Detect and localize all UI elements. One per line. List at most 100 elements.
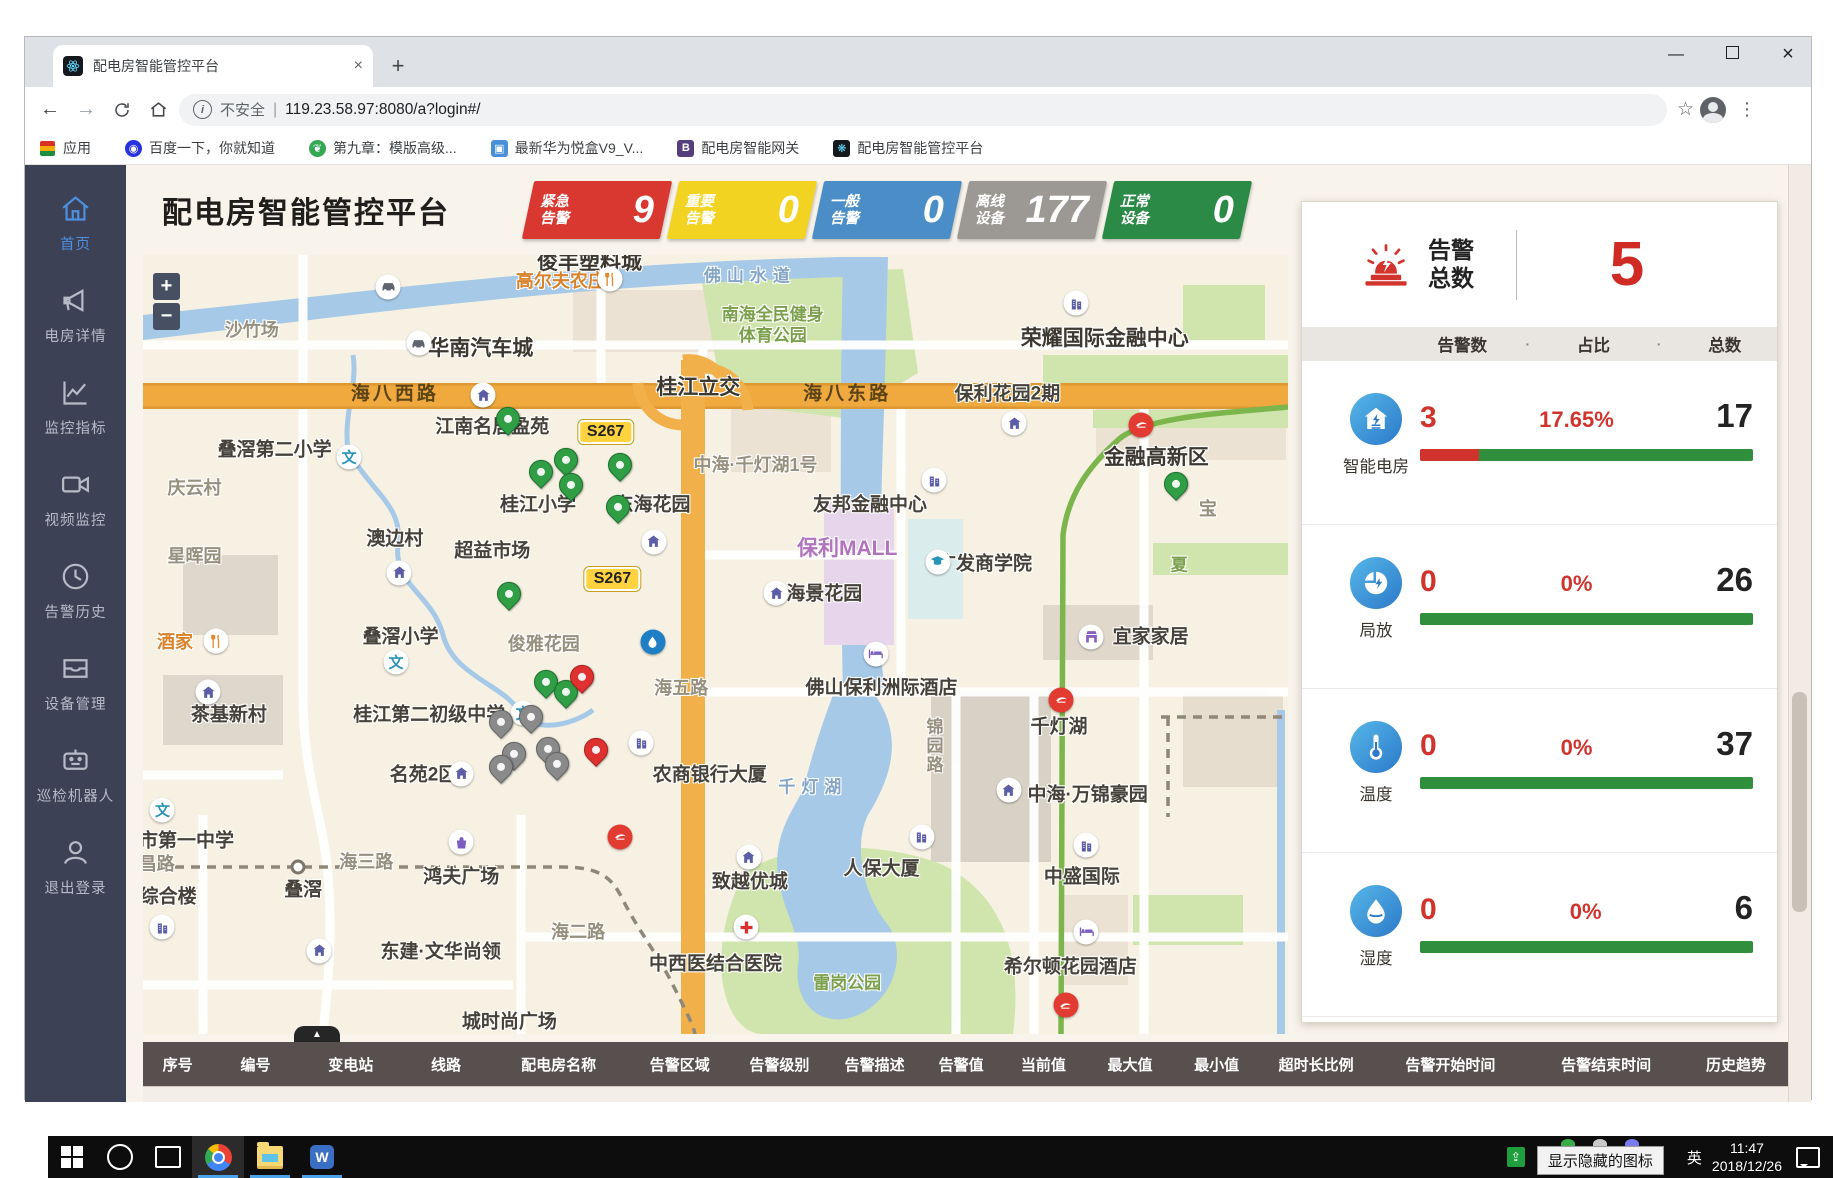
table-column-header[interactable]: 告警级别 [732,1054,827,1075]
poi-shop-icon[interactable] [1079,624,1104,649]
page-scrollbar[interactable] [1788,165,1811,1102]
table-column-header[interactable]: 告警区域 [628,1054,732,1075]
sidebar-item-cam[interactable]: 视频监控 [25,453,126,545]
sidebar-item-robot[interactable]: 巡检机器人 [25,729,126,821]
table-column-header[interactable]: 配电房名称 [489,1054,628,1075]
sidebar-item-mega[interactable]: 电房详情 [25,269,126,361]
map-canvas[interactable]: + − 俊丰塑料城高尔夫农庄沙竹场华南汽车城佛山水道南海全民健身体育公园荣耀国际… [143,255,1288,1034]
table-column-header[interactable]: 告警结束时间 [1528,1054,1684,1075]
url-text[interactable]: 119.23.58.97:8080/a?login#/ [285,101,480,119]
ime-indicator[interactable]: 英 [1687,1147,1702,1168]
bookmark-item[interactable]: ▣最新华为悦盒V9_V... [491,138,644,158]
new-tab-button[interactable]: + [383,51,413,81]
maximize-button[interactable] [1717,46,1747,64]
forward-button[interactable]: → [71,95,101,125]
scrollbar-thumb[interactable] [1792,692,1807,912]
poi-house-icon[interactable] [449,761,474,786]
poi-cross-icon[interactable] [734,915,759,940]
poi-bldg-icon[interactable] [150,915,175,940]
table-collapse-toggle[interactable]: ▲ [294,1026,340,1042]
poi-bldg-icon[interactable] [1064,291,1089,316]
map-pin-normal[interactable] [497,582,521,606]
zoom-out-button[interactable]: − [153,303,180,330]
alarm-badge[interactable]: 紧急告警9 [522,181,672,239]
sidebar-item-clock[interactable]: 告警历史 [25,545,126,637]
map-pin-normal[interactable] [529,460,553,484]
table-column-header[interactable]: 历史趋势 [1684,1054,1788,1075]
alarm-badge[interactable]: 正常设备0 [1102,181,1252,239]
taskbar-wps-icon[interactable]: W [296,1136,348,1178]
poi-metro-icon[interactable] [1129,412,1154,437]
map-pin-alarm[interactable] [584,738,608,762]
bookmark-item[interactable]: B配电房智能网关 [677,138,799,158]
bookmark-item[interactable]: ❦第九章：模版高级... [309,138,457,158]
poi-house-icon[interactable] [736,845,761,870]
table-column-header[interactable]: 告警描述 [827,1054,922,1075]
alarm-badge[interactable]: 离线设备177 [957,181,1107,239]
bookmark-item[interactable]: ◉百度一下，你就知道 [125,138,275,158]
taskbar-chrome-icon[interactable] [192,1136,244,1178]
start-button[interactable] [48,1136,96,1178]
poi-house-icon[interactable] [387,560,412,585]
poi-house-icon[interactable] [764,581,789,606]
table-column-header[interactable]: 超时长比例 [1260,1054,1373,1075]
poi-metro-icon[interactable] [1053,993,1078,1018]
poi-bldg-icon[interactable] [1074,833,1099,858]
poi-house-icon[interactable] [641,529,666,554]
map-pin-alarm[interactable] [570,665,594,689]
alarm-badge[interactable]: 重要告警0 [667,181,817,239]
map-pin-offline[interactable] [545,752,569,776]
poi-bag-icon[interactable] [449,830,474,855]
task-view-button[interactable] [144,1136,192,1178]
table-column-header[interactable]: 线路 [403,1054,490,1075]
poi-house-icon[interactable] [471,383,496,408]
bookmark-star-icon[interactable]: ☆ [1677,98,1694,121]
poi-fork-icon[interactable] [598,267,623,292]
zoom-in-button[interactable]: + [153,273,180,300]
home-button[interactable] [143,95,173,125]
cortana-button[interactable] [96,1136,144,1178]
profile-avatar[interactable] [1700,97,1726,123]
sidebar-item-home[interactable]: 首页 [25,177,126,269]
taskbar-explorer-icon[interactable] [244,1136,296,1178]
poi-bldg-icon[interactable] [909,824,934,849]
info-icon[interactable]: i [193,100,212,119]
map-pin-normal[interactable] [559,473,583,497]
poi-bed-icon[interactable] [863,641,888,666]
poi-house-icon[interactable] [196,680,221,705]
table-column-header[interactable]: 告警开始时间 [1372,1054,1528,1075]
map-pin-offline[interactable] [489,755,513,779]
poi-bed-icon[interactable] [1074,919,1099,944]
address-bar[interactable]: i 不安全 | 119.23.58.97:8080/a?login#/ [179,94,1667,126]
table-column-header[interactable]: 当前值 [1000,1054,1087,1075]
poi-car-icon[interactable] [406,331,431,356]
poi-metro-icon[interactable] [608,824,633,849]
poi-car-icon[interactable] [376,274,401,299]
poi-house-icon[interactable] [996,778,1021,803]
table-column-header[interactable]: 编号 [212,1054,299,1075]
tab-close-icon[interactable]: × [354,57,363,75]
sidebar-item-inbox[interactable]: 设备管理 [25,637,126,729]
map-pin-normal[interactable] [608,453,632,477]
table-column-header[interactable]: 最大值 [1087,1054,1174,1075]
poi-wen-icon[interactable]: 文 [337,444,362,469]
poi-mobile-icon[interactable] [640,630,665,655]
bookmark-item[interactable]: ❋配电房智能管控平台 [833,138,983,158]
map-pin-offline[interactable] [519,705,543,729]
poi-house-icon[interactable] [307,938,332,963]
browser-tab[interactable]: 配电房智能管控平台 × [53,45,373,87]
poi-bldg-icon[interactable] [629,730,654,755]
close-button[interactable]: × [1773,43,1803,66]
map-pin-offline[interactable] [489,710,513,734]
alarm-table-body[interactable] [143,1086,1788,1102]
refresh-button[interactable] [107,95,137,125]
poi-wen-icon[interactable]: 文 [150,797,175,822]
alarm-badge[interactable]: 一般告警0 [812,181,962,239]
poi-metro-icon[interactable] [1049,687,1074,712]
table-column-header[interactable]: 变电站 [299,1054,403,1075]
usb-tray-icon[interactable]: ⇪ [1507,1147,1525,1167]
map-pin-normal[interactable] [606,495,630,519]
poi-cap-icon[interactable] [925,549,950,574]
table-column-header[interactable]: 告警值 [922,1054,1000,1075]
taskbar-clock[interactable]: 11:47 2018/12/26 [1712,1139,1782,1175]
